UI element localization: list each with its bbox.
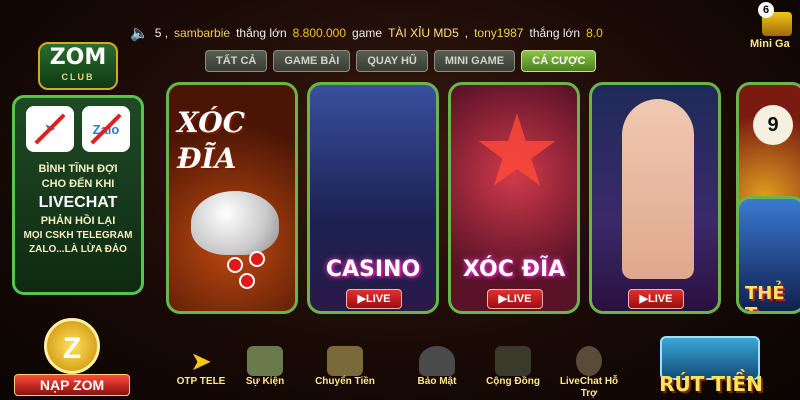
- live-button[interactable]: ▶LIVE: [628, 289, 684, 309]
- live-button[interactable]: ▶LIVE: [487, 289, 543, 309]
- cart-icon: [327, 346, 363, 376]
- warning-line: LIVECHAT: [38, 194, 118, 211]
- star-icon: [478, 113, 556, 186]
- nav-label: OTP TELE: [176, 376, 226, 387]
- support-agent-icon: [576, 346, 602, 376]
- tab-betting[interactable]: CÁ CƯỢC: [521, 50, 597, 72]
- nav-transfer[interactable]: Chuyển Tiền: [312, 346, 378, 400]
- nav-label: Cộng Đồng: [486, 376, 540, 387]
- nav-events[interactable]: Sự Kiện: [232, 346, 298, 400]
- ticker-user: sambarbie: [174, 26, 231, 40]
- nav-livechat-support[interactable]: LiveChat Hỗ Trợ: [556, 346, 622, 400]
- game-card-live-dealer[interactable]: ▶LIVE: [589, 82, 721, 314]
- disc-icon: [227, 257, 243, 273]
- card-title-line: ĐĨA: [177, 142, 237, 175]
- card-title-line: XÓC: [177, 106, 245, 139]
- scam-warning-panel: ➤ Zalo BÌNH TĨNH ĐỢI CHO ĐẾN KHI LIVECHA…: [12, 95, 144, 295]
- nav-label: LiveChat Hỗ Trợ: [559, 376, 619, 399]
- warning-line: CHO ĐẾN KHI: [41, 178, 115, 190]
- deposit-label: NẠP ZOM: [14, 374, 130, 396]
- ticker-amount: 8.800.000: [292, 26, 347, 40]
- game-card-casino-live[interactable]: CASINO ▶LIVE: [307, 82, 439, 314]
- warning-line: BÌNH TĨNH ĐỢI: [38, 163, 118, 175]
- tab-slots[interactable]: QUAY HŨ: [356, 50, 428, 72]
- card-title: CASINO: [325, 257, 421, 282]
- mini-game-button[interactable]: 6 Mini Ga: [750, 2, 798, 54]
- ticker-text: thắng lớn: [529, 26, 581, 40]
- nav-label: Chuyển Tiền: [315, 376, 375, 387]
- ticker-user: tony1987: [474, 26, 524, 40]
- speaker-icon: 🔈: [130, 25, 149, 42]
- ticker-game: TÀI XỈU MD5: [388, 26, 459, 40]
- nav-label: Sự Kiện: [245, 376, 285, 387]
- zalo-crossed-icon: Zalo: [82, 106, 130, 152]
- disc-icon: [239, 273, 255, 289]
- game-card-xoc-dia[interactable]: XÓC ĐĨA: [166, 82, 298, 314]
- mini-game-label: Mini Ga: [750, 38, 790, 50]
- game-card-sports[interactable]: THẺ T: [736, 196, 800, 314]
- ticker-separator: ,: [464, 26, 469, 40]
- nav-security[interactable]: Bảo Mật: [404, 346, 470, 400]
- billiard-ball-icon: 9: [753, 105, 793, 145]
- dealer-image: [622, 99, 694, 279]
- telegram-icon: ➤: [190, 346, 212, 376]
- gift-truck-icon: [247, 346, 283, 376]
- winners-ticker: 🔈 5 , sambarbie thắng lớn 8.800.000 game…: [130, 20, 650, 46]
- ticker-amount: 8.0: [586, 26, 603, 40]
- card-title: THẺ T: [745, 283, 785, 311]
- warning-line: MỌI CSKH TELEGRAM: [23, 230, 133, 241]
- warning-line: PHẢN HỒI LẠI: [40, 215, 116, 227]
- zom-club-logo: ZOM CLUB: [38, 42, 118, 90]
- card-title: XÓC ĐĨA: [177, 105, 245, 177]
- tab-mini-game[interactable]: MINI GAME: [433, 50, 516, 72]
- disc-icon: [249, 251, 265, 267]
- telegram-crossed-icon: ➤: [26, 106, 74, 152]
- helmet-icon: [419, 346, 455, 376]
- logo-name: ZOM: [49, 45, 107, 70]
- zom-coin-icon: Z: [44, 318, 100, 374]
- notification-badge: 6: [758, 2, 774, 18]
- soldiers-icon: [495, 346, 531, 376]
- nav-otp-tele[interactable]: ➤ OTP TELE: [168, 346, 234, 400]
- warning-line: ZALO...LÀ LỪA ĐẢO: [29, 244, 127, 255]
- logo-sub: CLUB: [61, 72, 95, 82]
- nav-community[interactable]: Cộng Đồng: [480, 346, 546, 400]
- card-title: XÓC ĐĨA: [462, 257, 566, 282]
- withdraw-button[interactable]: RÚT TIỀN: [630, 336, 790, 400]
- nav-label: Bảo Mật: [417, 376, 457, 387]
- ticker-text: thắng lớn: [236, 26, 287, 40]
- ticker-prefix: 5 ,: [154, 26, 169, 40]
- live-button[interactable]: ▶LIVE: [346, 289, 402, 309]
- ticker-text: game: [352, 26, 383, 40]
- withdraw-label: RÚT TIỀN: [659, 372, 763, 396]
- tab-card-games[interactable]: GAME BÀI: [273, 50, 351, 72]
- category-tabs: TẤT CẢ GAME BÀI QUAY HŨ MINI GAME CÁ CƯỢ…: [205, 50, 597, 72]
- game-card-xoc-dia-live[interactable]: XÓC ĐĨA ▶LIVE: [448, 82, 580, 314]
- dice-bowl-icon: [191, 191, 279, 255]
- tab-all[interactable]: TẤT CẢ: [205, 50, 268, 72]
- deposit-button[interactable]: Z NẠP ZOM: [10, 318, 138, 400]
